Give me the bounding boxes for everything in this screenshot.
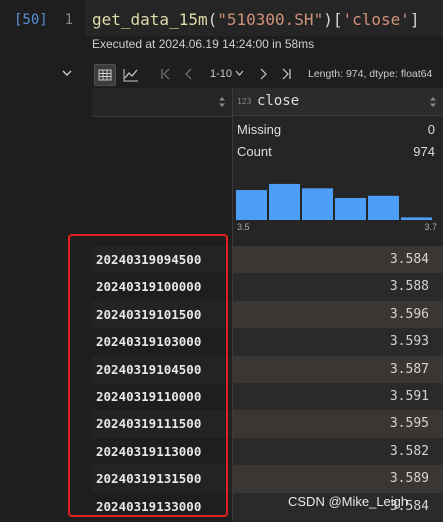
- histogram-bar: [302, 188, 333, 220]
- prev-page-icon[interactable]: [184, 67, 194, 81]
- execution-status: Executed at 2024.06.19 14:24:00 in 58ms: [92, 37, 315, 51]
- row-index: 20240319103000: [92, 328, 232, 356]
- table-row[interactable]: 20240319113000 3.582: [92, 437, 443, 466]
- table-row[interactable]: 20240319101500 3.596: [92, 300, 443, 329]
- last-page-icon[interactable]: [280, 67, 292, 81]
- row-index: 20240319111500: [92, 410, 232, 438]
- table-row[interactable]: 20240319131500 3.589: [92, 465, 443, 493]
- row-value: 3.591: [232, 382, 443, 411]
- row-index: 20240319110000: [92, 382, 232, 411]
- execution-count: [50] 1: [14, 12, 74, 28]
- table-row[interactable]: 20240319104500 3.587: [92, 355, 443, 383]
- range-dropdown-icon[interactable]: [235, 70, 244, 77]
- histogram-bar: [236, 190, 267, 220]
- numeric-type-icon: 123: [237, 97, 252, 106]
- table-row[interactable]: 20240319094500 3.584: [92, 246, 443, 274]
- row-value: 3.582: [232, 437, 443, 466]
- histogram-bar: [335, 198, 366, 220]
- histogram-bar: [368, 195, 399, 220]
- sort-icon[interactable]: [218, 96, 226, 108]
- column-stats: Missing 0 Count 974 3.5 3.7: [232, 116, 443, 246]
- next-page-icon[interactable]: [258, 67, 268, 81]
- count-stat: Count 974: [237, 144, 435, 159]
- histogram-max-label: 3.7: [424, 222, 437, 232]
- histogram-bar: [401, 217, 432, 220]
- row-index: 20240319131500: [92, 465, 232, 493]
- rows: 20240319094500 3.584 20240319100000 3.588 20…: [92, 246, 443, 520]
- watermark: CSDN @Mike_Leigh: [288, 494, 409, 509]
- column-name: close: [257, 93, 300, 109]
- row-value: 3.593: [232, 328, 443, 356]
- page-range[interactable]: 1-10: [210, 68, 244, 80]
- row-index: 20240319094500: [92, 246, 232, 274]
- sort-icon[interactable]: [429, 96, 437, 108]
- length-dtype-info: Length: 974, dtype: float64: [308, 68, 433, 80]
- first-page-icon[interactable]: [160, 67, 172, 81]
- row-index: 20240319100000: [92, 273, 232, 301]
- table-view-icon[interactable]: [94, 64, 116, 86]
- close-column-header[interactable]: 123 close: [232, 88, 443, 116]
- table-row[interactable]: 20240319100000 3.588: [92, 273, 443, 301]
- histogram-bar: [269, 183, 300, 220]
- collapse-output-icon[interactable]: [60, 68, 74, 78]
- histogram: [236, 183, 432, 220]
- row-value: 3.589: [232, 465, 443, 493]
- histogram-min-label: 3.5: [237, 222, 250, 232]
- table-row[interactable]: 20240319103000 3.593: [92, 328, 443, 356]
- row-value: 3.584: [232, 246, 443, 274]
- row-value: 3.587: [232, 355, 443, 383]
- row-index: 20240319104500: [92, 355, 232, 383]
- row-value: 3.588: [232, 273, 443, 301]
- table-row[interactable]: 20240319110000 3.591: [92, 382, 443, 411]
- row-value: 3.596: [232, 300, 443, 329]
- index-header[interactable]: [92, 88, 232, 117]
- row-index: 20240319133000: [92, 492, 232, 520]
- code-line[interactable]: get_data_15m("510300.SH")['close']: [92, 10, 420, 29]
- missing-stat: Missing 0: [237, 122, 435, 137]
- table-row[interactable]: 20240319111500 3.595: [92, 410, 443, 438]
- data-viewer-toolbar: 1-10 Length: 974, dtype: float64: [92, 62, 443, 88]
- row-index: 20240319101500: [92, 300, 232, 329]
- chart-view-icon[interactable]: [120, 64, 142, 86]
- row-value: 3.595: [232, 410, 443, 438]
- row-index: 20240319113000: [92, 437, 232, 466]
- data-grid: 123 close Missing 0 Count 974 3.5 3.7 2024…: [92, 88, 443, 522]
